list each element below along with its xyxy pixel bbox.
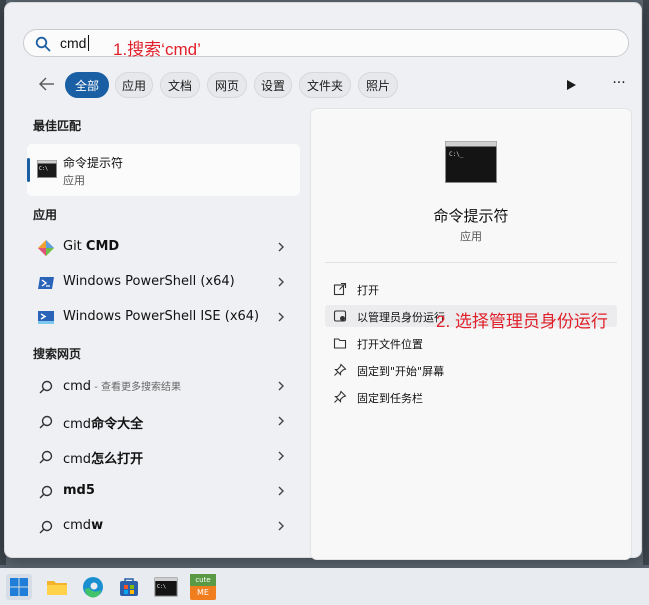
app-result-label: Windows PowerShell ISE (x64): [63, 309, 260, 324]
search-icon: [39, 450, 53, 464]
cute-me-app-icon[interactable]: cute ME: [190, 574, 216, 600]
chevron-right-icon[interactable]: [276, 276, 286, 288]
svg-text:C:\_: C:\_: [449, 151, 464, 158]
annotation-step2: 2. 选择管理员身份运行: [436, 312, 608, 331]
edge-browser-icon[interactable]: [80, 574, 106, 600]
powershell-ise-icon: [38, 311, 54, 324]
search-icon: [39, 485, 53, 499]
search-icon: [35, 36, 51, 52]
command-prompt-icon: C:\: [37, 160, 57, 178]
best-match-title: 命令提示符: [63, 156, 124, 170]
app-result-label: Windows PowerShell (x64): [63, 274, 235, 289]
web-result-label: cmd命令大全: [63, 417, 144, 432]
svg-text:C:\: C:\: [39, 166, 48, 172]
web-result-label: cmd怎么打开: [63, 452, 144, 467]
action-pin-to-start[interactable]: 固定到"开始"屏幕: [325, 359, 617, 381]
store-icon[interactable]: [116, 574, 142, 600]
folder-icon: [333, 338, 347, 349]
svg-text:C:\: C:\: [157, 584, 166, 590]
app-result-powershell-ise[interactable]: Windows PowerShell ISE (x64): [27, 301, 300, 333]
search-icon: [39, 380, 53, 394]
web-result-label: cmd - 查看更多搜索结果: [63, 379, 182, 394]
action-open-file-location[interactable]: 打开文件位置: [325, 332, 617, 354]
filter-bar: 全部 应用 文档 网页 设置 文件夹 照片 ···: [29, 69, 629, 99]
app-result-label: Git CMD: [63, 239, 120, 254]
section-web-search: 搜索网页: [33, 347, 82, 361]
best-match-item[interactable]: C:\ 命令提示符 应用: [27, 144, 300, 196]
tab-documents[interactable]: 文档: [160, 72, 200, 98]
file-explorer-icon[interactable]: [44, 574, 70, 600]
web-result-item[interactable]: cmd - 查看更多搜索结果: [27, 370, 300, 402]
action-open[interactable]: 打开: [325, 278, 617, 300]
open-external-icon: [333, 282, 347, 296]
start-search-panel: cmd 1.搜索‘cmd’ 全部 应用 文档 网页 设置 文件夹 照片 ··· …: [4, 2, 642, 560]
taskbar: C:\ cute ME: [0, 568, 649, 605]
cute-label: cute: [190, 574, 216, 586]
chevron-right-icon[interactable]: [276, 415, 286, 427]
detail-title: 命令提示符: [433, 207, 509, 225]
divider: [325, 262, 617, 263]
tab-folders[interactable]: 文件夹: [299, 72, 351, 98]
chevron-right-icon[interactable]: [276, 485, 286, 497]
powershell-icon: [38, 277, 54, 289]
web-result-item[interactable]: md5: [27, 475, 300, 507]
shield-icon: [333, 310, 347, 322]
section-best-match: 最佳匹配: [33, 119, 82, 133]
annotation-step1: 1.搜索‘cmd’: [113, 40, 201, 59]
tab-web[interactable]: 网页: [207, 72, 247, 98]
tab-apps[interactable]: 应用: [115, 72, 153, 98]
search-query[interactable]: cmd: [60, 35, 90, 51]
detail-pane: C:\_ 命令提示符 应用 打开 以管理员身份运行 打开文件位置 固定到"开始"…: [310, 108, 632, 560]
chevron-right-icon[interactable]: [276, 241, 286, 253]
app-result-git-cmd[interactable]: Git CMD: [27, 231, 300, 263]
section-apps: 应用: [33, 208, 58, 222]
detail-subtitle: 应用: [460, 230, 482, 243]
pin-icon: [334, 390, 347, 403]
web-result-label: md5: [63, 483, 95, 498]
play-icon[interactable]: [563, 77, 579, 93]
tab-all[interactable]: 全部: [65, 72, 109, 98]
web-result-item[interactable]: cmd怎么打开: [27, 440, 300, 472]
web-result-label: cmdw: [63, 518, 104, 533]
chevron-right-icon[interactable]: [276, 380, 286, 392]
web-result-item[interactable]: cmdw: [27, 510, 300, 542]
tab-photos[interactable]: 照片: [358, 72, 398, 98]
tab-settings[interactable]: 设置: [254, 72, 292, 98]
command-prompt-large-icon: C:\_: [445, 141, 497, 183]
app-result-powershell[interactable]: Windows PowerShell (x64): [27, 266, 300, 298]
back-arrow-icon[interactable]: [37, 74, 57, 94]
command-prompt-taskbar-icon[interactable]: C:\: [153, 574, 179, 600]
selection-indicator: [27, 158, 30, 182]
best-match-subtitle: 应用: [63, 174, 85, 187]
pin-icon: [334, 363, 347, 376]
more-options-button[interactable]: ···: [607, 75, 631, 95]
git-icon: [38, 240, 54, 256]
me-label: ME: [197, 588, 209, 597]
chevron-right-icon[interactable]: [276, 450, 286, 462]
web-result-item[interactable]: cmd命令大全: [27, 405, 300, 437]
search-icon: [39, 520, 53, 534]
chevron-right-icon[interactable]: [276, 311, 286, 323]
windows-start-icon[interactable]: [6, 574, 32, 600]
chevron-right-icon[interactable]: [276, 520, 286, 532]
search-icon: [39, 415, 53, 429]
action-pin-to-taskbar[interactable]: 固定到任务栏: [325, 386, 617, 408]
